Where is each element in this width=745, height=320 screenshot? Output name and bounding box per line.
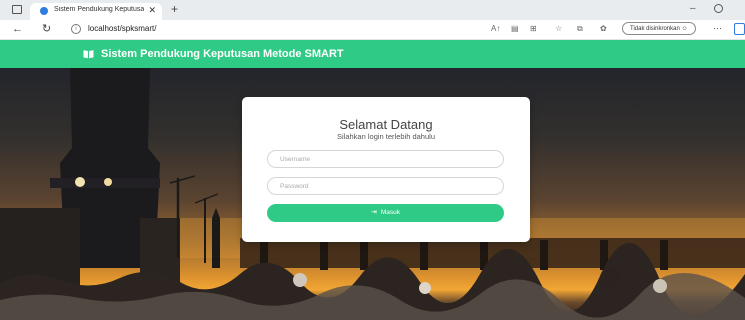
login-heading: Selamat Datang [339, 117, 433, 132]
login-button-label: Masuk [380, 209, 401, 216]
maximize-icon[interactable] [714, 4, 723, 13]
app-title: Sistem Pendukung Keputusan Metode SMART [101, 48, 344, 60]
collections-icon[interactable]: ⧉ [577, 24, 583, 34]
login-arrow-icon: ⇥ [370, 209, 377, 216]
tab-favicon-icon [40, 7, 48, 15]
browser-tab-bar: Sistem Pendukung Keputusan M ✕ + – [0, 0, 745, 20]
new-tab-icon[interactable]: + [171, 3, 178, 15]
back-arrow-icon[interactable]: ← [12, 22, 23, 36]
tab-close-icon[interactable]: ✕ [148, 5, 156, 15]
tab-title: Sistem Pendukung Keputusan M [54, 6, 144, 13]
password-input[interactable] [267, 177, 504, 195]
extensions-icon[interactable]: ✿ [600, 24, 607, 34]
login-card: Selamat Datang Silahkan login terlebih d… [242, 97, 530, 242]
apps-icon[interactable]: ⊞ [530, 24, 537, 34]
browser-tab[interactable]: Sistem Pendukung Keputusan M ✕ [30, 3, 162, 20]
book-icon [83, 50, 94, 59]
favorite-icon[interactable]: ☆ [555, 24, 562, 34]
more-menu-icon[interactable]: ··· [713, 23, 722, 33]
sync-status-label: Tidak disinkronkan [630, 26, 680, 32]
sidebar-toggle-icon[interactable] [734, 23, 745, 35]
info-icon[interactable]: i [71, 24, 81, 34]
read-aloud-icon[interactable]: A↑ [491, 24, 500, 34]
login-button[interactable]: ⇥ Masuk [267, 204, 504, 222]
window-menu-icon[interactable] [12, 5, 22, 14]
sync-status-button[interactable]: Tidak disinkronkan ☺ [622, 22, 696, 35]
app-header: Sistem Pendukung Keputusan Metode SMART [0, 40, 745, 68]
reload-icon[interactable]: ↻ [42, 22, 51, 36]
username-input[interactable] [267, 150, 504, 168]
address-bar: ← ↻ i localhost/spksmart/ A↑ ▤ ⊞ ☆ ⧉ ✿ T… [0, 20, 745, 40]
reader-view-icon[interactable]: ▤ [511, 24, 519, 34]
minimize-icon[interactable]: – [690, 3, 696, 14]
login-subheading: Silahkan login terlebih dahulu [337, 132, 435, 141]
url-field[interactable]: localhost/spksmart/ [88, 24, 156, 33]
